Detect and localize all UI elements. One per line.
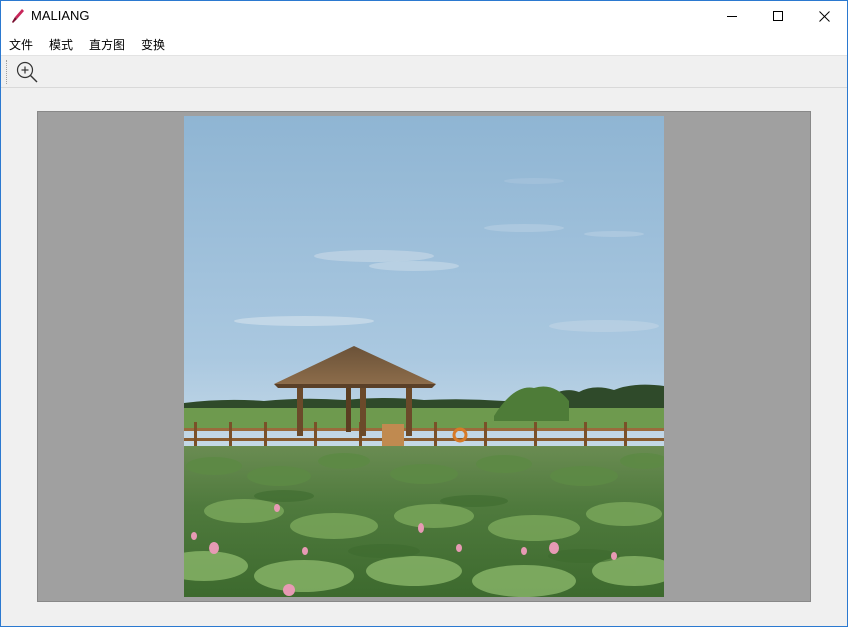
menu-bar: 文件 模式 直方图 变换 [1, 32, 847, 55]
image-canvas[interactable] [37, 111, 811, 602]
minimize-button[interactable] [709, 1, 755, 32]
menu-file[interactable]: 文件 [9, 36, 33, 53]
zoom-in-icon [16, 61, 38, 83]
close-button[interactable] [801, 1, 847, 32]
app-window: MALIANG 文件 模式 直方图 变换 [0, 0, 848, 627]
title-bar[interactable]: MALIANG [1, 1, 847, 32]
minimize-icon [726, 16, 737, 17]
toolbar [1, 55, 847, 88]
menu-mode[interactable]: 模式 [49, 36, 73, 53]
close-icon [818, 11, 830, 22]
menu-transform[interactable]: 变换 [141, 36, 165, 53]
lotus-pond-photo [184, 116, 664, 597]
maximize-icon [772, 11, 783, 21]
toolbar-grip[interactable] [6, 60, 9, 84]
brush-icon [12, 9, 24, 23]
window-title: MALIANG [31, 8, 90, 23]
maximize-button[interactable] [755, 1, 801, 32]
menu-histogram[interactable]: 直方图 [89, 36, 125, 53]
zoom-in-button[interactable] [14, 59, 40, 85]
